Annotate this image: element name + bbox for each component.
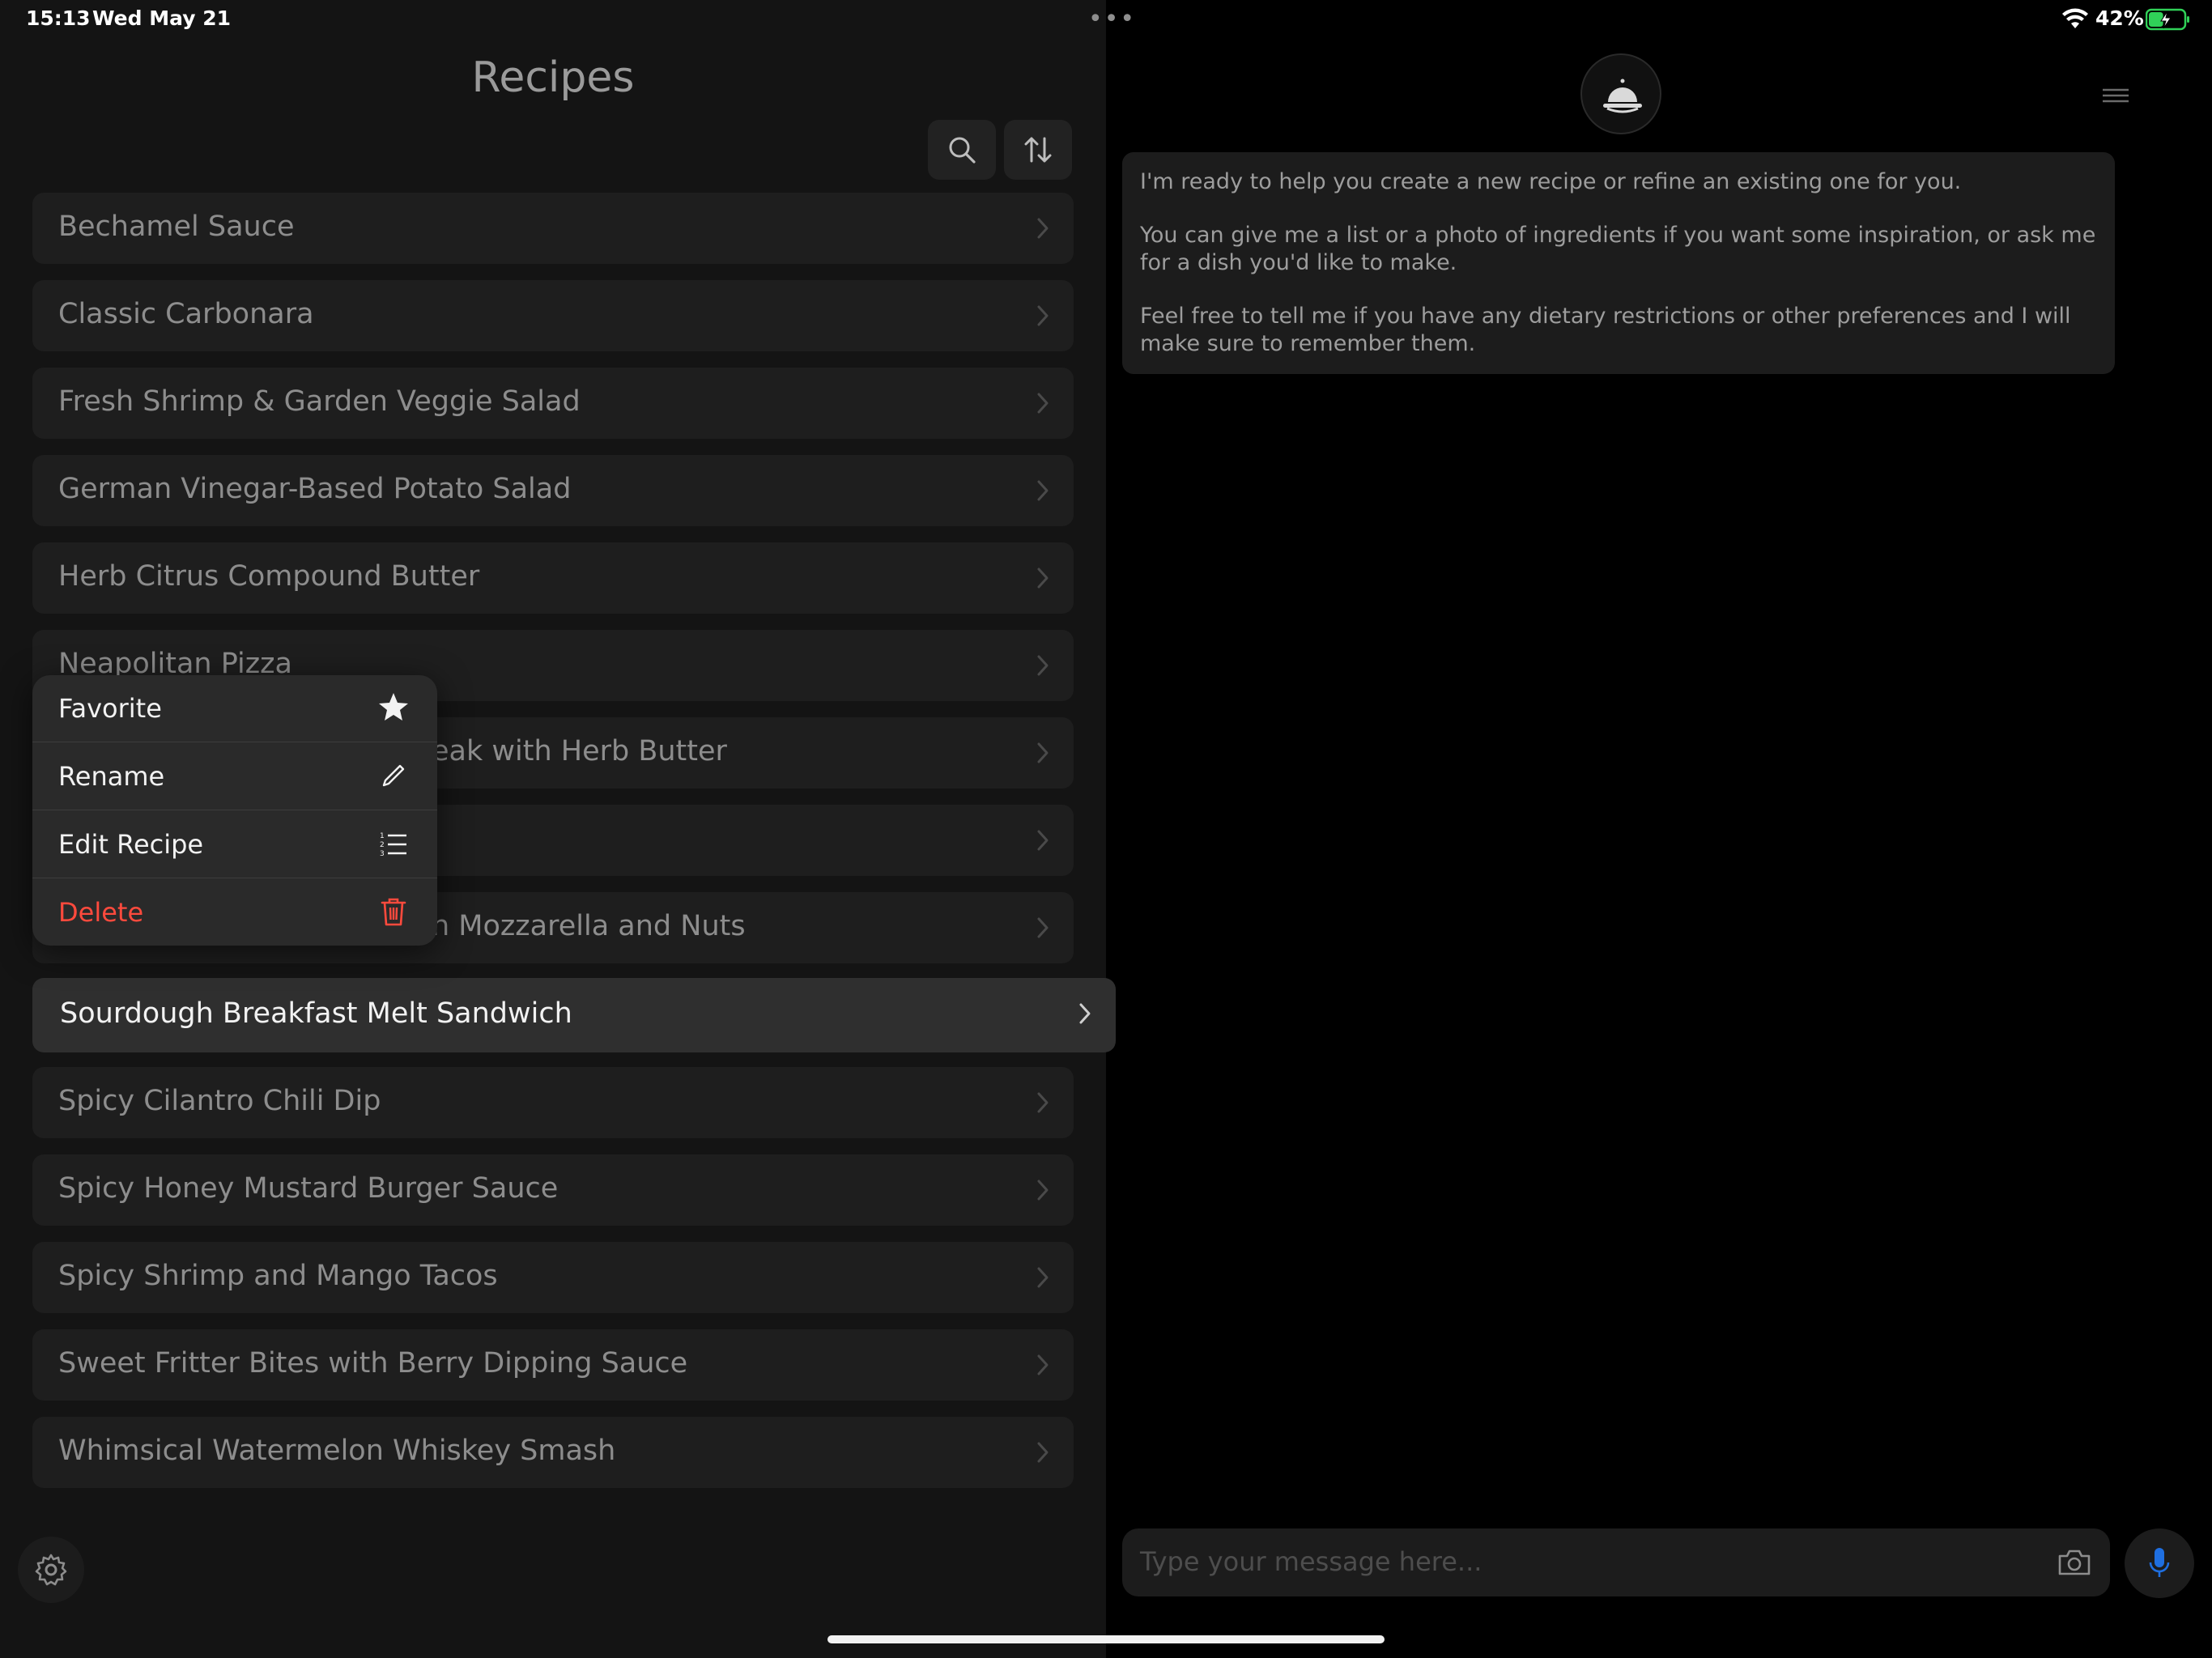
menu-label: Delete xyxy=(58,897,144,928)
assistant-message: I'm ready to help you create a new recip… xyxy=(1122,152,2115,374)
chevron-right-icon xyxy=(1037,1442,1049,1463)
chevron-right-icon xyxy=(1037,655,1049,676)
pencil-icon xyxy=(382,764,405,787)
camera-icon[interactable] xyxy=(2057,1546,2092,1579)
battery-percent: 42% xyxy=(2095,6,2144,30)
recipe-row-label: Herb Citrus Compound Butter xyxy=(58,560,480,593)
recipe-row-label: Spicy Cilantro Chili Dip xyxy=(58,1085,381,1117)
message-input[interactable]: Type your message here... xyxy=(1122,1528,2110,1596)
chevron-right-icon xyxy=(1037,1180,1049,1201)
search-icon xyxy=(949,137,976,164)
recipe-row-label: Sourdough Breakfast Melt Sandwich xyxy=(60,997,572,1030)
recipe-context-menu: Favorite Rename Edit Recipe 1 2 3 Delete xyxy=(32,675,437,946)
chevron-right-icon xyxy=(1037,830,1049,851)
recipe-row-label: Spicy Honey Mustard Burger Sauce xyxy=(58,1172,559,1205)
status-date: Wed May 21 xyxy=(92,6,232,30)
battery-icon xyxy=(2146,8,2189,31)
message-paragraph: You can give me a list or a photo of ing… xyxy=(1140,223,2096,275)
recipe-row-label: Fresh Shrimp & Garden Veggie Salad xyxy=(58,385,581,418)
recipe-row[interactable]: Fresh Shrimp & Garden Veggie Salad xyxy=(32,368,1074,439)
chevron-right-icon xyxy=(1037,1354,1049,1375)
wifi-icon xyxy=(2062,8,2088,28)
status-bar: 15:13 Wed May 21 ••• 42% xyxy=(0,0,2212,39)
recipe-row[interactable]: Herb Citrus Compound Butter xyxy=(32,542,1074,614)
chevron-right-icon xyxy=(1037,393,1049,414)
trash-icon xyxy=(381,898,406,926)
home-indicator[interactable] xyxy=(827,1635,1385,1643)
recipe-row[interactable]: Spicy Shrimp and Mango Tacos xyxy=(32,1242,1074,1313)
chevron-right-icon xyxy=(1037,218,1049,239)
chevron-right-icon xyxy=(1037,742,1049,763)
chevron-right-icon xyxy=(1037,917,1049,938)
chevron-right-icon xyxy=(1037,305,1049,326)
recipe-row[interactable]: Whimsical Watermelon Whiskey Smash xyxy=(32,1417,1074,1488)
menu-label: Favorite xyxy=(58,693,162,724)
svg-text:2: 2 xyxy=(380,841,385,849)
hamburger-icon[interactable] xyxy=(2102,87,2129,104)
settings-button[interactable] xyxy=(18,1537,84,1603)
cloche-icon xyxy=(1603,79,1642,113)
menu-item-favorite[interactable]: Favorite xyxy=(32,675,437,742)
search-button[interactable] xyxy=(928,120,996,180)
menu-label: Rename xyxy=(58,761,165,792)
recipe-row[interactable]: Classic Carbonara xyxy=(32,280,1074,351)
chevron-right-icon xyxy=(1037,568,1049,589)
recipe-row-label: German Vinegar-Based Potato Salad xyxy=(58,473,572,505)
message-paragraph: I'm ready to help you create a new recip… xyxy=(1140,169,1962,194)
recipe-row-label: Spicy Shrimp and Mango Tacos xyxy=(58,1260,498,1292)
status-time: 15:13 xyxy=(26,6,91,30)
recipe-row-label: Bechamel Sauce xyxy=(58,210,295,243)
menu-item-edit-recipe[interactable]: Edit Recipe 1 2 3 xyxy=(32,811,437,878)
recipe-row[interactable]: Spicy Honey Mustard Burger Sauce xyxy=(32,1154,1074,1226)
recipe-row[interactable]: Bechamel Sauce xyxy=(32,193,1074,264)
gear-icon xyxy=(35,1554,67,1586)
recipe-row[interactable]: German Vinegar-Based Potato Salad xyxy=(32,455,1074,526)
chevron-right-icon xyxy=(1037,1267,1049,1288)
menu-label: Edit Recipe xyxy=(58,829,204,860)
chevron-right-icon xyxy=(1079,1003,1091,1024)
svg-text:3: 3 xyxy=(380,850,385,858)
sort-button[interactable] xyxy=(1004,120,1072,180)
microphone-button[interactable] xyxy=(2125,1528,2194,1598)
list-icon: 1 2 3 xyxy=(380,832,406,858)
microphone-icon xyxy=(2149,1548,2170,1577)
recipe-row[interactable]: Sweet Fritter Bites with Berry Dipping S… xyxy=(32,1329,1074,1401)
recipe-row-label: Sweet Fritter Bites with Berry Dipping S… xyxy=(58,1347,688,1380)
recipe-row-label: Whimsical Watermelon Whiskey Smash xyxy=(58,1435,616,1467)
star-icon xyxy=(379,693,408,721)
menu-item-delete[interactable]: Delete xyxy=(32,879,437,946)
chevron-right-icon xyxy=(1037,1092,1049,1113)
recipe-row[interactable]: Spicy Cilantro Chili Dip xyxy=(32,1067,1074,1138)
menu-item-rename[interactable]: Rename xyxy=(32,743,437,810)
recipe-row-label: h Mozzarella and Nuts xyxy=(432,910,746,942)
svg-text:1: 1 xyxy=(380,832,385,840)
recipe-row[interactable]: Sourdough Breakfast Melt Sandwich xyxy=(32,978,1116,1052)
recipe-row-label: eak with Herb Butter xyxy=(432,735,727,767)
assistant-avatar xyxy=(1580,53,1661,134)
page-title: Recipes xyxy=(471,53,635,102)
chevron-right-icon xyxy=(1037,480,1049,501)
multitasking-dots-icon[interactable]: ••• xyxy=(1088,7,1136,32)
message-paragraph: Feel free to tell me if you have any die… xyxy=(1140,304,2071,356)
sort-arrows-icon xyxy=(1024,137,1052,163)
recipe-row-label: Classic Carbonara xyxy=(58,298,314,330)
message-input-placeholder: Type your message here... xyxy=(1140,1546,1482,1577)
